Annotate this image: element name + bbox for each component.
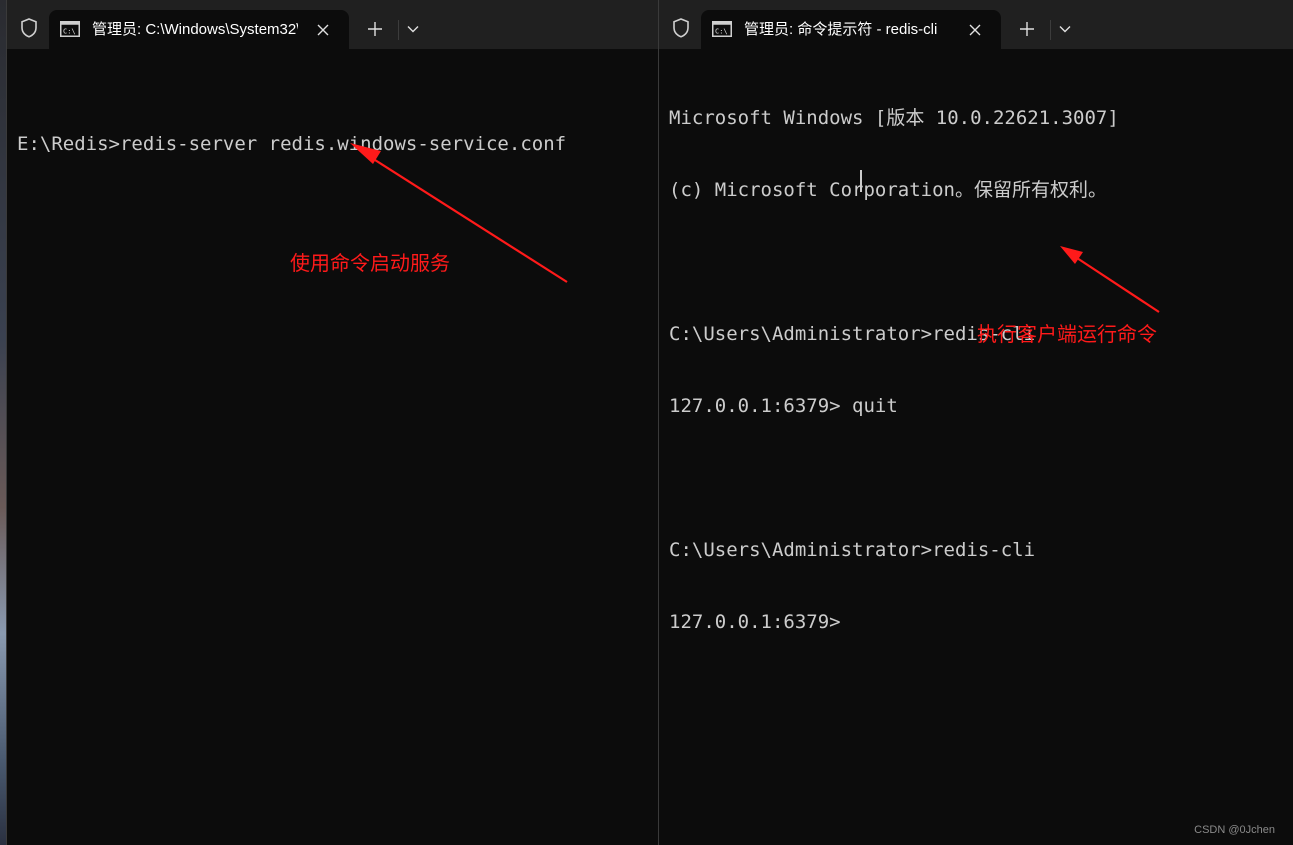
annotation-arrow — [350, 143, 568, 283]
watermark: CSDN @0Jchen — [1194, 824, 1275, 836]
terminal-window-left: C:\ 管理员: C:\Windows\System32\cmd.exe E:\… — [6, 0, 658, 845]
annotation-arrow — [1060, 246, 1160, 313]
terminal-window-right: C:\ 管理员: 命令提示符 - redis-cli Microsoft Win… — [658, 0, 1293, 845]
